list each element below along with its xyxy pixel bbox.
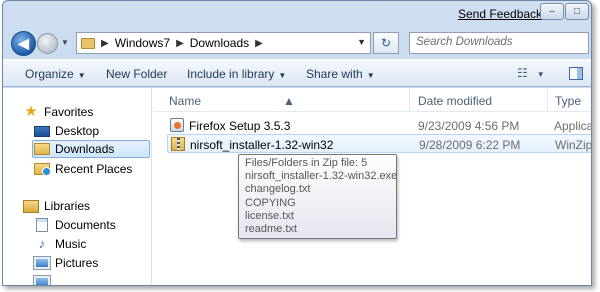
nav-documents-label: Documents [55,218,116,232]
tooltip-line: Files/Folders in Zip file: 5 [245,157,368,169]
nav-desktop-label: Desktop [55,124,100,138]
forward-button[interactable] [37,33,58,54]
file-name: Firefox Setup 3.5.3 [189,119,291,133]
tooltip-line: changelog.txt [245,183,311,196]
nav-downloads[interactable]: Downloads [32,140,150,158]
nav-favorites-label: Favorites [44,105,94,119]
nav-recent-places-label: Recent Places [55,162,133,176]
address-bar[interactable]: ▶ Windows7 ▶ Downloads ▶ ▼ [76,32,371,54]
chevron-right-icon[interactable]: ▶ [101,38,109,49]
downloads-folder-icon [34,143,50,155]
nav-favorites[interactable]: ★ Favorites [23,103,171,121]
command-bar: Organize ▼ New Folder Include in library ▼… [3,59,591,87]
tooltip-line: readme.txt [245,223,297,236]
maximize-button[interactable]: □ [565,3,589,20]
zip-file-icon [171,137,185,151]
file-row[interactable]: Firefox Setup 3.5.3 9/23/2009 4:56 PM Ap… [167,116,591,135]
column-type[interactable]: Type [555,94,581,108]
column-divider[interactable] [547,88,548,112]
include-in-library-menu[interactable]: Include in library ▼ [187,67,286,81]
share-with-label: Share with [306,67,363,81]
share-with-menu[interactable]: Share with ▼ [306,67,375,81]
nav-downloads-label: Downloads [55,142,115,156]
column-headers: ▲ Name Date modified Type [153,88,591,112]
breadcrumb-windows7[interactable]: Windows7 [115,36,170,50]
send-feedback-link[interactable]: Send Feedback [458,7,542,21]
nav-libraries-label: Libraries [44,199,91,213]
file-type: Application [554,119,591,133]
organize-menu[interactable]: Organize ▼ [25,67,86,81]
preview-pane-icon[interactable] [569,67,583,80]
explorer-window: Send Feedback – □ ◀ ▼ ▶ Windows7 ▶ Downl… [2,0,592,286]
include-in-library-label: Include in library [187,67,275,81]
minimize-button[interactable]: – [540,3,564,20]
back-button[interactable]: ◀ [11,31,36,56]
folder-icon [81,37,95,49]
recent-places-icon [34,163,51,176]
address-dropdown-icon[interactable]: ▼ [357,37,366,47]
column-name[interactable]: Name [169,94,201,108]
nav-pictures-label: Pictures [55,256,99,270]
organize-label: Organize [25,67,74,81]
file-date: 9/28/2009 6:22 PM [419,138,521,152]
documents-icon [36,218,48,232]
videos-icon [33,275,51,285]
zip-contents-tooltip: Files/Folders in Zip file: 5 nirsoft_ins… [238,154,397,239]
refresh-icon: ↻ [380,36,392,50]
view-list-icon: ☷ [517,66,528,80]
recent-pages-dropdown-icon[interactable]: ▼ [61,38,69,47]
tooltip-line: license.txt [245,209,294,222]
sort-ascending-icon: ▲ [283,94,295,108]
desktop-icon [34,125,50,137]
chevron-right-icon[interactable]: ▶ [255,38,263,49]
tooltip-line: nirsoft_installer-1.32-win32.exe [245,170,398,183]
file-name: nirsoft_installer-1.32-win32 [190,138,334,152]
navigation-pane[interactable]: ★ Favorites Desktop Downloads Recent Pla… [3,88,152,285]
libraries-icon [23,199,39,213]
address-row: ◀ ▼ ▶ Windows7 ▶ Downloads ▶ ▼ ↻ Search … [3,28,591,58]
refresh-button[interactable]: ↻ [373,32,399,54]
caret-down-icon: ▼ [278,71,287,80]
chevron-right-icon[interactable]: ▶ [176,38,184,49]
file-date: 9/23/2009 4:56 PM [418,119,520,133]
nav-libraries[interactable]: Libraries [23,197,171,215]
title-bar: Send Feedback – □ [3,1,591,27]
new-folder-button[interactable]: New Folder [106,67,167,81]
caret-down-icon: ▼ [366,71,375,80]
back-arrow-icon: ◀ [18,35,29,51]
nav-music-label: Music [55,237,87,251]
tooltip-line: COPYING [245,196,296,209]
star-icon: ★ [24,103,38,120]
installer-icon [170,118,184,132]
file-row[interactable]: nirsoft_installer-1.32-win32 9/28/2009 6… [167,134,592,153]
music-note-icon: ♪ [38,236,46,251]
column-date-modified[interactable]: Date modified [418,94,492,108]
pictures-icon [33,256,51,270]
caret-down-icon: ▼ [77,71,86,80]
change-view-button[interactable]: ☷ ▼ [517,66,545,80]
search-input[interactable]: Search Downloads [409,32,589,54]
caret-down-icon: ▼ [536,70,545,79]
file-type: WinZip File [555,138,592,152]
breadcrumb-downloads[interactable]: Downloads [190,36,249,50]
column-divider[interactable] [409,88,410,112]
